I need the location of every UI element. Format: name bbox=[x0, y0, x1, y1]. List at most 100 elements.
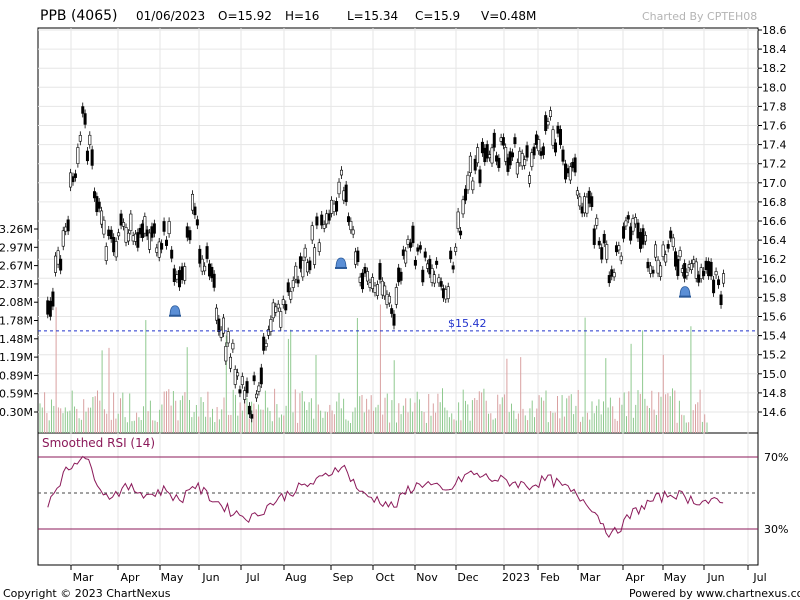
candle-up bbox=[129, 213, 133, 231]
candle-up bbox=[56, 250, 60, 265]
price-axis-label: 16.8 bbox=[762, 196, 787, 209]
candle-up bbox=[648, 265, 652, 274]
candle-down bbox=[162, 221, 166, 232]
candle-up bbox=[575, 190, 579, 196]
candle-up bbox=[291, 280, 295, 288]
candle-down bbox=[335, 201, 339, 212]
candle-up bbox=[368, 282, 372, 288]
candle-down bbox=[360, 272, 364, 290]
chart-canvas[interactable]: 18.6 18.4 18.2 18.0 17.8 17.6 17.4 17.2 17.0 16.8… bbox=[0, 0, 800, 600]
candle-down bbox=[651, 269, 655, 274]
candle-up bbox=[694, 261, 698, 279]
candle-down bbox=[638, 231, 642, 249]
candle-down bbox=[421, 269, 425, 283]
candle-down bbox=[449, 250, 453, 260]
candle-down bbox=[702, 270, 706, 277]
candle-up bbox=[264, 343, 268, 347]
candle-down bbox=[356, 250, 360, 263]
candle-up bbox=[64, 226, 68, 232]
candle-up bbox=[490, 147, 494, 164]
candle-down bbox=[473, 158, 477, 171]
candle-down bbox=[556, 125, 560, 134]
alert-bell-base bbox=[335, 266, 347, 269]
candle-down bbox=[709, 261, 713, 277]
candle-down bbox=[344, 184, 348, 203]
x-axis-label: Aug bbox=[285, 571, 306, 584]
candle-down bbox=[85, 150, 89, 162]
candle-down bbox=[286, 282, 290, 293]
candle-down bbox=[532, 146, 536, 156]
candle-down bbox=[587, 190, 591, 204]
x-axis-label: Jul bbox=[245, 571, 259, 584]
candle-up bbox=[394, 287, 398, 305]
price-axis-label: 18.6 bbox=[762, 24, 787, 37]
candle-down bbox=[712, 279, 716, 294]
candle-down bbox=[193, 206, 197, 216]
candle-up bbox=[322, 224, 326, 229]
candle-down bbox=[622, 226, 626, 239]
candle-up bbox=[520, 153, 524, 167]
x-axis-label: May bbox=[161, 571, 184, 584]
candle-up bbox=[671, 237, 675, 247]
price-axis-label: 16.4 bbox=[762, 234, 787, 247]
candle-up bbox=[233, 369, 237, 385]
price-axis-label: 14.6 bbox=[762, 406, 787, 419]
candle-down bbox=[541, 146, 545, 156]
price-axis-label: 18.2 bbox=[762, 62, 787, 75]
candle-down bbox=[600, 247, 604, 260]
candle-up bbox=[148, 232, 152, 250]
candle-down bbox=[320, 214, 324, 226]
candle-up bbox=[240, 376, 244, 385]
candle-down bbox=[262, 336, 266, 351]
candle-down bbox=[150, 226, 154, 238]
rsi-title: Smoothed RSI (14) bbox=[42, 436, 155, 450]
x-axis-label: Apr bbox=[625, 571, 645, 584]
volume-axis-label: 2.08M bbox=[0, 296, 33, 309]
candle-up bbox=[117, 232, 121, 237]
candle-down bbox=[195, 219, 199, 226]
candle-down bbox=[180, 266, 184, 281]
candle-down bbox=[571, 162, 575, 168]
candle-up bbox=[279, 311, 283, 328]
candle-down bbox=[439, 281, 443, 287]
candle-up bbox=[122, 222, 126, 227]
volume-axis-label: 0.59M bbox=[0, 388, 33, 401]
candle-up bbox=[568, 166, 572, 181]
candle-down bbox=[525, 145, 529, 158]
candle-up bbox=[157, 241, 161, 258]
candle-up bbox=[303, 247, 307, 258]
price-axis-label: 16.6 bbox=[762, 215, 787, 228]
powered-by-link[interactable]: Powered by www.chartnexus.com bbox=[629, 587, 800, 600]
alert-bell-base bbox=[169, 314, 181, 317]
volume-axis-label: 2.37M bbox=[0, 278, 33, 291]
candle-down bbox=[435, 260, 439, 265]
candle-up bbox=[351, 229, 355, 235]
candle-up bbox=[339, 169, 343, 176]
candle-up bbox=[454, 246, 458, 252]
candle-up bbox=[257, 385, 261, 392]
candle-up bbox=[456, 211, 460, 229]
candle-down bbox=[212, 273, 216, 288]
candle-up bbox=[317, 242, 321, 252]
candle-up bbox=[432, 274, 436, 284]
candle-up bbox=[191, 193, 195, 211]
candle-down bbox=[459, 230, 463, 236]
candle-up bbox=[689, 263, 693, 271]
candle-down bbox=[198, 248, 202, 264]
candle-up bbox=[373, 285, 377, 293]
candle-down bbox=[418, 245, 422, 250]
candle-down bbox=[423, 251, 427, 258]
candle-down bbox=[205, 246, 209, 259]
candle-down bbox=[363, 266, 367, 274]
candle-up bbox=[583, 196, 587, 214]
candle-down bbox=[119, 213, 123, 226]
x-axis-label: Mar bbox=[73, 571, 94, 584]
candle-down bbox=[590, 196, 594, 207]
candle-down bbox=[592, 228, 596, 245]
candle-up bbox=[612, 272, 616, 278]
candle-down bbox=[315, 216, 319, 226]
volume-axis-label: 3.26M bbox=[0, 223, 33, 236]
candle-up bbox=[468, 155, 472, 174]
price-axis-label: 15.0 bbox=[762, 368, 787, 381]
candle-up bbox=[461, 199, 465, 215]
